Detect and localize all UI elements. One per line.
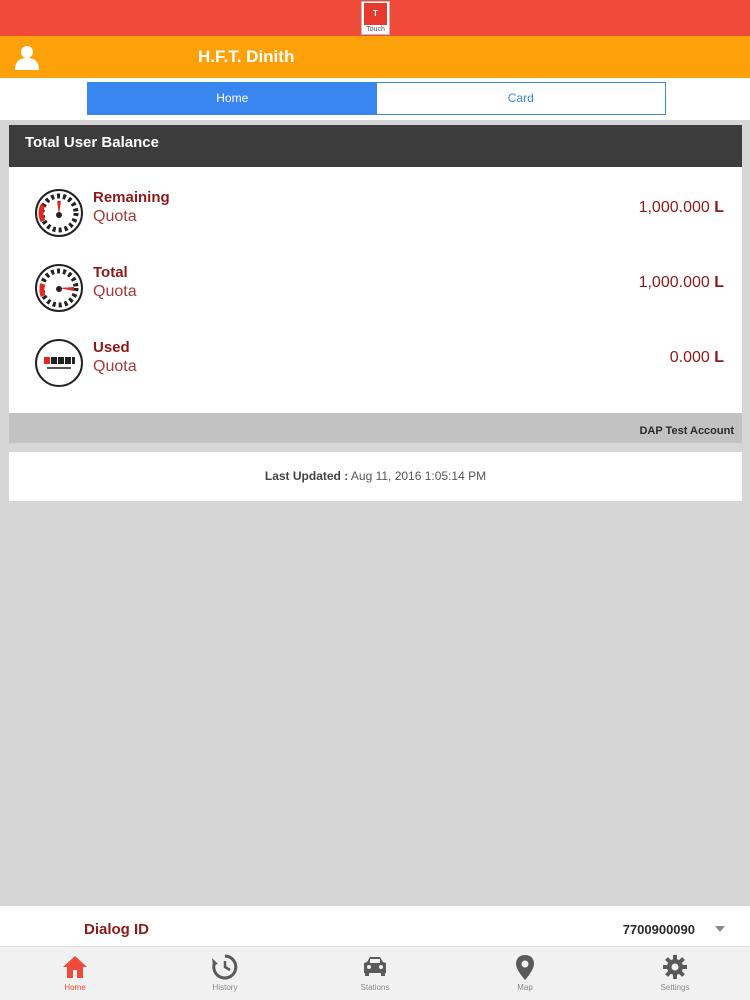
nav-home[interactable]: Home	[0, 947, 150, 1000]
nav-label: Settings	[660, 983, 690, 992]
app-logo: T Touch	[361, 1, 390, 35]
tab-card[interactable]: Card	[376, 83, 665, 114]
logo-mark: T	[364, 3, 387, 25]
row-unit: L	[714, 274, 724, 291]
history-icon	[212, 954, 238, 980]
row-label-bottom: Quota	[93, 283, 137, 300]
car-icon	[364, 957, 386, 976]
nav-settings[interactable]: Settings	[600, 947, 750, 1000]
gear-icon	[663, 955, 687, 979]
logo-text: Touch	[366, 26, 385, 33]
gauge-icon	[35, 264, 83, 312]
top-bar: T Touch	[0, 0, 750, 36]
odometer-icon	[35, 339, 83, 387]
last-updated: Last Updated : Aug 11, 2016 1:05:14 PM	[9, 452, 742, 501]
balance-row-total: Total Quota 1,000.000 L	[9, 257, 742, 317]
account-name: DAP Test Account	[639, 425, 734, 437]
nav-stations[interactable]: Stations	[300, 947, 450, 1000]
chevron-down-icon[interactable]	[715, 926, 725, 932]
row-unit: L	[714, 199, 724, 216]
tab-group: Home Card	[87, 82, 666, 115]
nav-label: Home	[64, 983, 86, 992]
row-amount: 0.000	[669, 349, 710, 366]
row-value: 1,000.000 L	[639, 274, 724, 292]
nav-history[interactable]: History	[150, 947, 300, 1000]
nav-label: Stations	[360, 983, 390, 992]
nav-map[interactable]: Map	[450, 947, 600, 1000]
balance-row-used: Used Quota 0.000 L	[9, 332, 742, 392]
map-pin-icon	[516, 955, 534, 980]
tab-home[interactable]: Home	[88, 83, 377, 114]
row-label-top: Remaining	[93, 189, 170, 206]
balance-row-remaining: Remaining Quota 1,000.000 L	[9, 182, 742, 242]
balance-card: Total User Balance Remaining Quota 1,000…	[9, 125, 742, 443]
last-updated-label: Last Updated :	[264, 469, 349, 483]
nav-label: Map	[517, 983, 533, 992]
row-amount: 1,000.000	[638, 274, 710, 291]
dialog-id-value[interactable]: 7700900090	[623, 922, 695, 937]
last-updated-value: Aug 11, 2016 1:05:14 PM	[350, 469, 487, 483]
row-label-top: Used	[93, 339, 130, 356]
row-label-bottom: Quota	[93, 208, 137, 225]
row-amount: 1,000.000	[638, 199, 710, 216]
row-value: 0.000 L	[670, 349, 724, 367]
tab-bar: Home Card	[0, 78, 750, 120]
nav-label: History	[212, 983, 238, 992]
row-label-bottom: Quota	[93, 358, 137, 375]
home-icon	[63, 956, 87, 978]
balance-card-title: Total User Balance	[9, 125, 742, 167]
user-name: H.F.T. Dinith	[198, 47, 295, 66]
gauge-full-icon	[35, 189, 83, 237]
row-value: 1,000.000 L	[639, 199, 724, 217]
row-unit: L	[714, 349, 724, 366]
user-bar: H.F.T. Dinith	[0, 36, 750, 78]
dialog-id-selector[interactable]: Dialog ID 7700900090	[0, 906, 750, 946]
row-label-top: Total	[93, 264, 128, 281]
dialog-id-label: Dialog ID	[84, 921, 150, 938]
bottom-nav: Home History Stations Map Settings	[0, 946, 750, 1000]
user-icon[interactable]	[14, 44, 40, 70]
account-footer: DAP Test Account	[9, 413, 742, 443]
